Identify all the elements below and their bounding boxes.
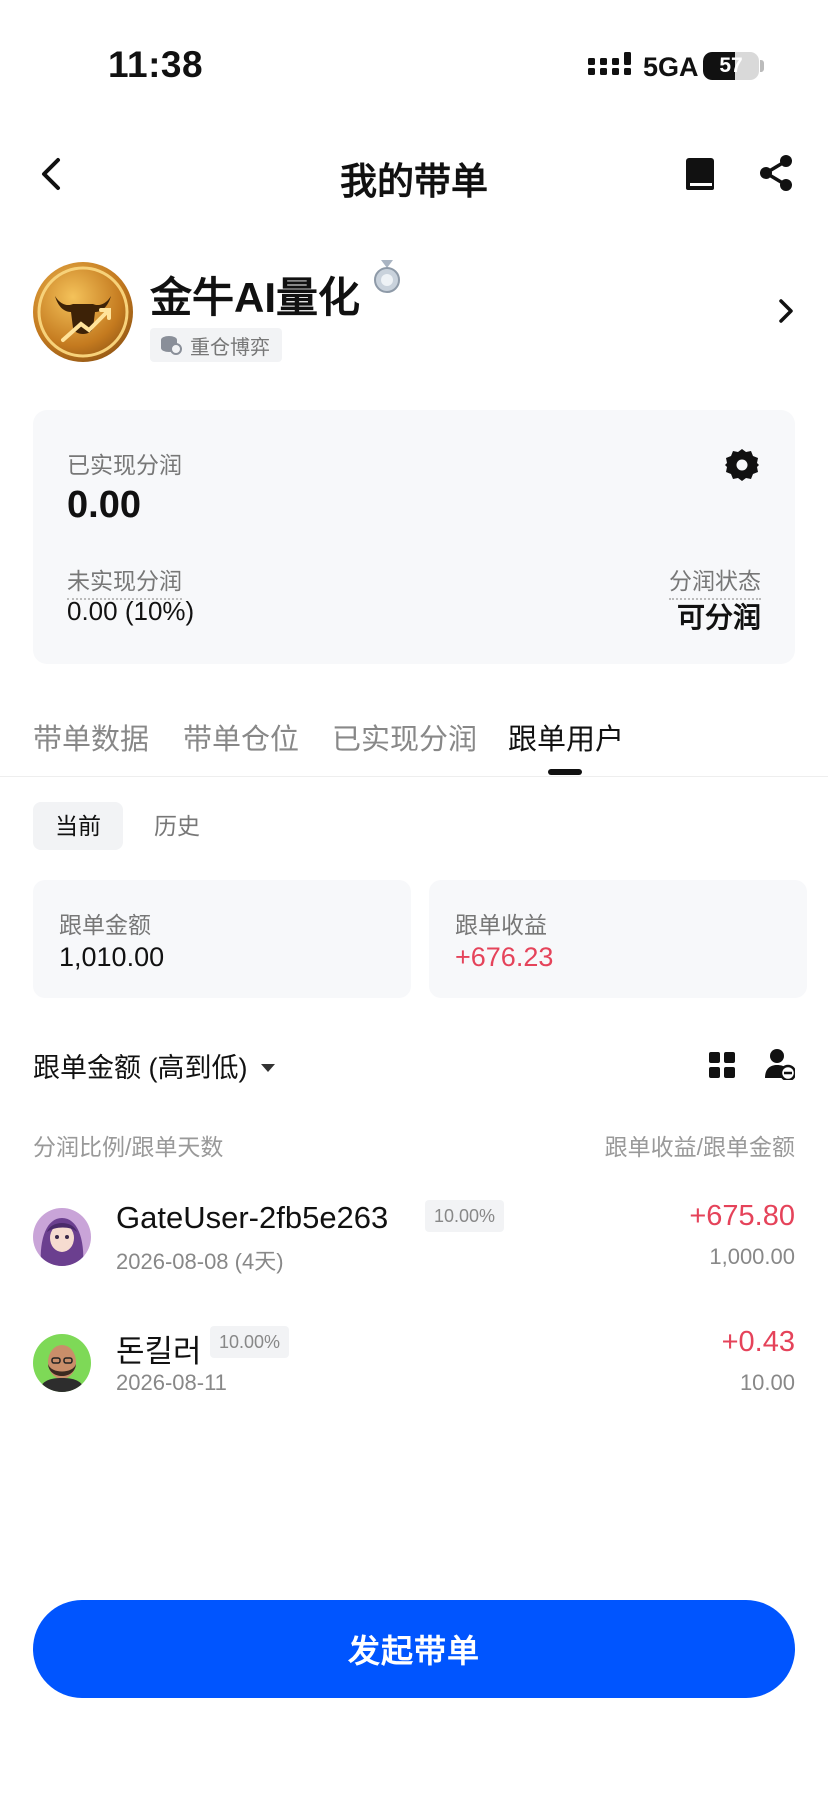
sort-dropdown[interactable]: 跟单金额 (高到低)	[33, 1046, 276, 1085]
follower-profit: +0.43	[721, 1326, 795, 1358]
profile-tag-label: 重仓博弈	[190, 336, 270, 359]
copy-profit-card: 跟单收益 +676.23	[429, 880, 807, 998]
network-label: 5GA	[643, 52, 699, 82]
share-icon[interactable]	[758, 154, 794, 192]
realized-profit-value: 0.00	[67, 484, 141, 526]
start-copy-trading-button[interactable]: 发起带单	[33, 1600, 795, 1698]
follower-date: 2026-08-08 (4天)	[116, 1249, 284, 1274]
book-icon[interactable]	[684, 156, 716, 192]
tab-copy-positions[interactable]: 带单仓位	[183, 716, 299, 758]
list-item[interactable]: 돈킬러 10.00% 2026-08-11 +0.43 10.00	[0, 1326, 828, 1426]
ratio-badge: 10.00%	[425, 1200, 505, 1232]
copy-profit-value: +676.23	[455, 942, 554, 972]
divider	[0, 776, 828, 777]
avatar[interactable]	[33, 262, 133, 362]
battery-icon: 57	[703, 52, 759, 80]
list-item[interactable]: GateUser-2fb5e263 10.00% 2026-08-08 (4天)…	[0, 1200, 828, 1300]
tab-copy-data[interactable]: 带单数据	[33, 716, 149, 758]
avatar	[33, 1334, 91, 1392]
user-remove-icon[interactable]	[765, 1048, 795, 1080]
caret-down-icon	[261, 1063, 276, 1072]
subtab-current[interactable]: 当前	[33, 802, 123, 850]
realized-profit-label: 已实现分润	[67, 452, 182, 478]
copy-amount-card: 跟单金额 1,010.00	[33, 880, 411, 998]
coins-icon	[161, 336, 182, 355]
copy-profit-label: 跟单收益	[455, 912, 547, 938]
tab-indicator	[548, 769, 582, 775]
subtab-history[interactable]: 历史	[132, 802, 222, 850]
unrealized-profit-value: 0.00 (10%)	[67, 596, 195, 626]
follower-name: GateUser-2fb5e263	[116, 1200, 389, 1235]
gear-icon[interactable]	[725, 448, 759, 482]
profile-tag: 重仓博弈	[150, 328, 282, 362]
status-bar: 11:38 5GA 57	[0, 0, 828, 130]
tab-followers[interactable]: 跟单用户	[508, 716, 624, 758]
copy-amount-label: 跟单金额	[59, 912, 151, 938]
follower-name: 돈킬러	[116, 1334, 202, 1369]
avatar-girl-image	[33, 1208, 91, 1266]
grid-icon[interactable]	[709, 1052, 735, 1078]
status-time: 11:38	[108, 44, 204, 85]
follower-profit: +675.80	[689, 1200, 795, 1232]
bull-logo-icon	[37, 266, 129, 358]
profit-card: 已实现分润 0.00 未实现分润 0.00 (10%) 分润状态 可分润	[33, 410, 795, 664]
medal-icon	[374, 260, 400, 293]
signal-icon	[588, 52, 631, 75]
battery-level: 57	[719, 54, 743, 77]
follower-date: 2026-08-11	[116, 1370, 227, 1395]
ratio-badge: 10.00%	[210, 1326, 290, 1358]
profit-status-label[interactable]: 分润状态	[669, 562, 761, 600]
chevron-right-icon[interactable]	[776, 296, 796, 326]
tab-realized-profit[interactable]: 已实现分润	[332, 716, 477, 758]
profit-status-value: 可分润	[676, 602, 761, 633]
avatar	[33, 1208, 91, 1266]
battery-cap	[760, 60, 764, 72]
unrealized-profit-label[interactable]: 未实现分润	[67, 562, 182, 600]
copy-amount-value: 1,010.00	[59, 942, 165, 972]
sort-label: 跟单金额 (高到低)	[33, 1053, 248, 1083]
profile-name: 金牛AI量化	[150, 274, 361, 321]
list-header-right: 跟单收益/跟单金额	[604, 1134, 795, 1160]
follower-amount: 1,000.00	[709, 1244, 795, 1269]
avatar-man-image	[33, 1334, 91, 1392]
follower-amount: 10.00	[739, 1370, 795, 1395]
list-header-left: 分润比例/跟单天数	[33, 1134, 224, 1160]
